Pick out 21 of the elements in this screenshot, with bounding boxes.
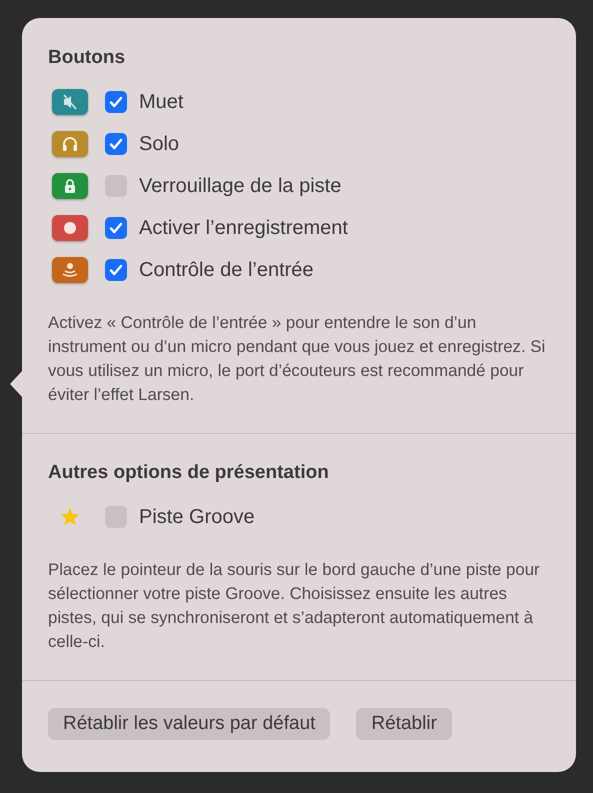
option-label: Activer l’enregistrement: [139, 216, 348, 240]
option-label: Solo: [139, 132, 180, 156]
option-label: Contrôle de l’entrée: [139, 258, 314, 282]
check-icon: [108, 94, 124, 110]
section-title: Autres options de présentation: [48, 462, 330, 484]
description-text: Activez « Contrôle de l’entrée » pour entendre le son d’un instrument ou d’un micro pendant que vous jouez et enregistrez. Si vous utilisez un micro, le port d’écouteurs est recommandé pour éviter l’effet Larsen.: [48, 312, 546, 406]
reset-button[interactable]: Rétablir les valeurs par défaut: [48, 708, 330, 740]
option-label: Piste Groove: [139, 506, 255, 528]
star-icon: [59, 506, 81, 528]
check-icon: [108, 262, 124, 278]
option-label: Muet: [139, 90, 184, 114]
check-icon: [108, 136, 124, 152]
option-label: Verrouillage de la piste: [139, 174, 342, 198]
reset-button[interactable]: Rétablir: [356, 708, 452, 740]
checkbox[interactable]: [105, 217, 127, 239]
checkbox[interactable]: [105, 259, 127, 281]
section-title: Boutons: [48, 47, 126, 69]
description-text: Placez le pointeur de la souris sur le bord gauche d’une piste pour sélectionner votre piste Groove. Choisissez ensuite les autres pistes, qui se synchroniseront et s’adapteront automatiquement à celle-ci.: [48, 559, 541, 653]
checkbox[interactable]: [105, 91, 127, 113]
check-icon: [108, 220, 124, 236]
checkbox[interactable]: [105, 133, 127, 155]
